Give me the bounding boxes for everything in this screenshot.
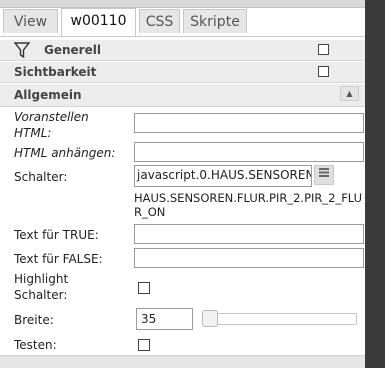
section-sichtbarkeit[interactable]: Sichtbarkeit [0,62,365,83]
tab-skripte[interactable]: Skripte [183,9,247,33]
voranstellen-html-input[interactable] [134,113,364,133]
schalter-label: Schalter: [14,170,68,184]
scrollbar[interactable] [365,0,385,368]
properties-panel: View w00110 CSS Skripte Generell Sichtba… [0,0,365,368]
html-anhaengen-input[interactable] [134,142,364,162]
breite-label: Breite: [14,313,54,327]
section-allgemein-label: Allgemein [14,88,82,102]
breite-input[interactable]: 35 [136,308,193,330]
section-generell-label: Generell [44,43,101,57]
text-false-label: Text für FALSE: [14,252,103,266]
text-true-input[interactable] [134,224,364,244]
tab-css[interactable]: CSS [139,9,180,33]
text-false-input[interactable] [134,248,364,268]
breite-slider[interactable] [203,313,357,325]
filter-icon [13,41,31,62]
highlight-label: Highlight Schalter: [14,272,69,302]
tab-w00110[interactable]: w00110 [61,8,136,36]
slider-handle[interactable] [202,310,218,327]
section-sichtbarkeit-label: Sichtbarkeit [14,65,97,79]
collapse-up-icon[interactable]: ▲ [340,86,359,101]
section-allgemein[interactable]: Allgemein ▲ [0,84,365,107]
tab-divider [0,36,365,37]
schalter-input[interactable]: javascript.0.HAUS.SENSOREN.FLUR.PIR_2.PI… [134,165,312,187]
section-generell[interactable]: Generell [0,40,365,61]
highlight-checkbox[interactable] [138,282,150,294]
text-true-label: Text für TRUE: [14,228,99,242]
sichtbarkeit-checkbox[interactable] [318,66,329,77]
tab-view[interactable]: View [3,9,58,33]
list-icon[interactable] [314,165,334,185]
panel-header-strip [0,0,365,8]
testen-checkbox[interactable] [138,339,150,351]
generell-checkbox[interactable] [318,44,329,55]
voranstellen-label: Voranstellen HTML: [14,110,89,140]
testen-label: Testen: [14,338,57,352]
anhaengen-label: HTML anhängen: [14,146,116,160]
bottom-section-bar [0,355,365,368]
schalter-path-text: HAUS.SENSOREN.FLUR.PIR_2.PIR_2_FLUR_ON [134,191,363,219]
